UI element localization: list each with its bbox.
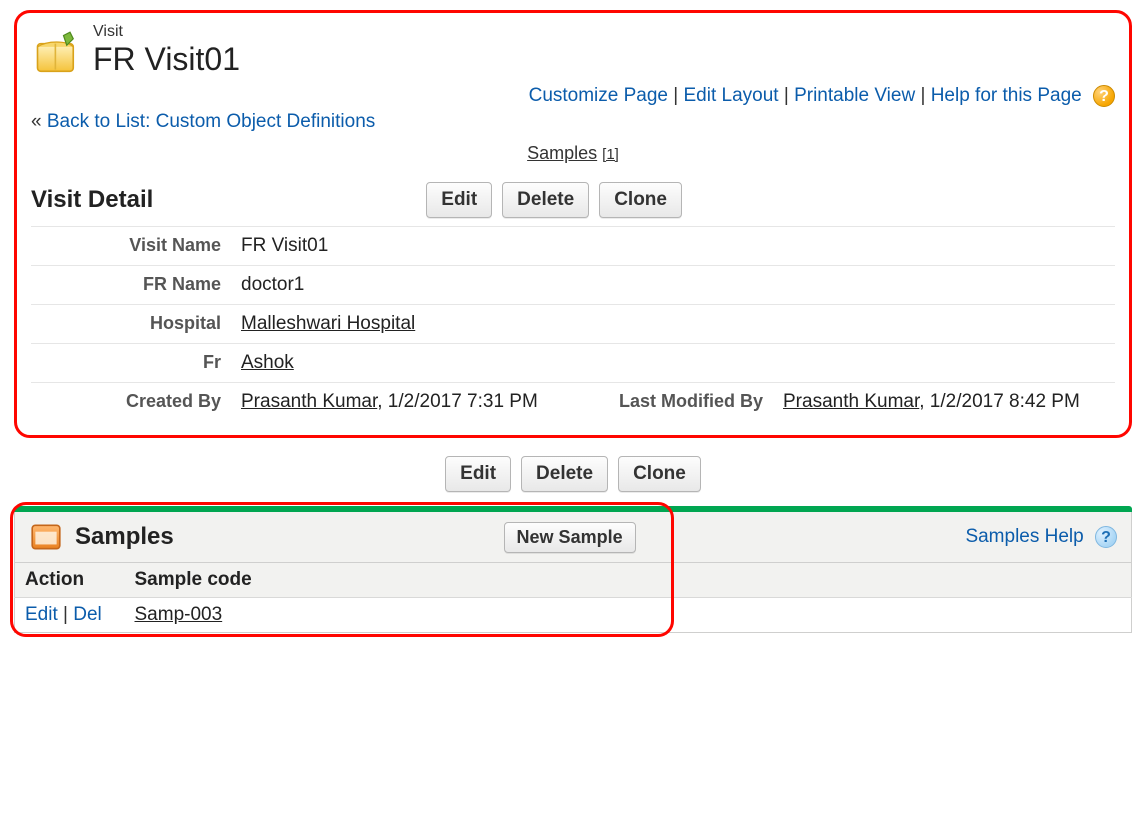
fr-link[interactable]: Ashok [241,352,294,373]
record-title: FR Visit01 [93,41,240,78]
related-list-mini[interactable]: Samples [1] [31,143,1115,164]
fr-name-value: doctor1 [231,266,573,305]
hospital-label: Hospital [31,305,231,344]
field-row-created-by: Created By Prasanth Kumar, 1/2/2017 7:31… [31,383,1115,422]
samples-help-icon[interactable]: ? [1095,526,1117,548]
table-row: Edit | Del Samp-003 [15,598,1132,633]
created-by-date: , 1/2/2017 7:31 PM [377,391,538,412]
clone-button-bottom[interactable]: Clone [618,456,701,492]
hospital-link[interactable]: Malleshwari Hospital [241,313,415,334]
last-modified-by-date: , 1/2/2017 8:42 PM [919,391,1080,412]
field-row-hospital: Hospital Malleshwari Hospital [31,305,1115,344]
delete-button[interactable]: Delete [502,182,589,218]
sample-delete-link[interactable]: Del [73,604,102,625]
created-by-user-link[interactable]: Prasanth Kumar [241,391,377,412]
visit-object-icon [31,29,83,81]
fr-label: Fr [31,344,231,383]
last-modified-by-label: Last Modified By [573,383,773,422]
header-action-links: Customize Page | Edit Layout | Printable… [31,85,1115,107]
detail-header-row: Visit Detail Edit Delete Clone [31,182,1115,218]
sample-code-link[interactable]: Samp-003 [135,604,223,625]
samples-icon [29,520,63,554]
detail-section-title: Visit Detail [31,186,153,214]
field-row-fr-name: FR Name doctor1 [31,266,1115,305]
samples-title: Samples [75,523,174,551]
clone-button[interactable]: Clone [599,182,682,218]
samples-related-list: Samples New Sample Samples Help ? Action… [14,506,1132,633]
visit-name-label: Visit Name [31,227,231,266]
last-modified-by-user-link[interactable]: Prasanth Kumar [783,391,919,412]
visit-name-value: FR Visit01 [231,227,573,266]
fr-name-label: FR Name [31,266,231,305]
back-to-list-link[interactable]: Back to List: Custom Object Definitions [47,111,375,132]
created-by-label: Created By [31,383,231,422]
samples-header: Samples New Sample Samples Help ? [14,512,1132,563]
delete-button-bottom[interactable]: Delete [521,456,608,492]
visit-detail-panel: Visit FR Visit01 Customize Page | Edit L… [14,10,1132,438]
edit-button-bottom[interactable]: Edit [445,456,511,492]
new-sample-button[interactable]: New Sample [504,522,636,553]
printable-view-link[interactable]: Printable View [794,85,915,106]
help-for-page-link[interactable]: Help for this Page [931,85,1082,106]
edit-button[interactable]: Edit [426,182,492,218]
edit-layout-link[interactable]: Edit Layout [684,85,779,106]
related-mini-count: [1] [602,146,619,163]
field-row-visit-name: Visit Name FR Visit01 [31,227,1115,266]
samples-col-action: Action [15,563,125,598]
samples-col-code: Sample code [125,563,1132,598]
back-chevron-icon: « [31,111,42,132]
back-row: « Back to List: Custom Object Definition… [31,111,1115,133]
detail-fields-table: Visit Name FR Visit01 FR Name doctor1 Ho… [31,226,1115,421]
detail-button-row-top: Edit Delete Clone [153,182,955,218]
samples-help-link[interactable]: Samples Help [965,526,1083,547]
detail-button-row-bottom: Edit Delete Clone [14,456,1132,492]
related-mini-label[interactable]: Samples [527,143,597,163]
sample-edit-link[interactable]: Edit [25,604,58,625]
field-row-fr: Fr Ashok [31,344,1115,383]
help-icon[interactable]: ? [1093,85,1115,107]
object-type-label: Visit [93,23,240,41]
samples-table: Action Sample code Edit | Del Samp-003 [14,563,1132,633]
customize-page-link[interactable]: Customize Page [529,85,668,106]
page-header: Visit FR Visit01 [31,17,1115,83]
